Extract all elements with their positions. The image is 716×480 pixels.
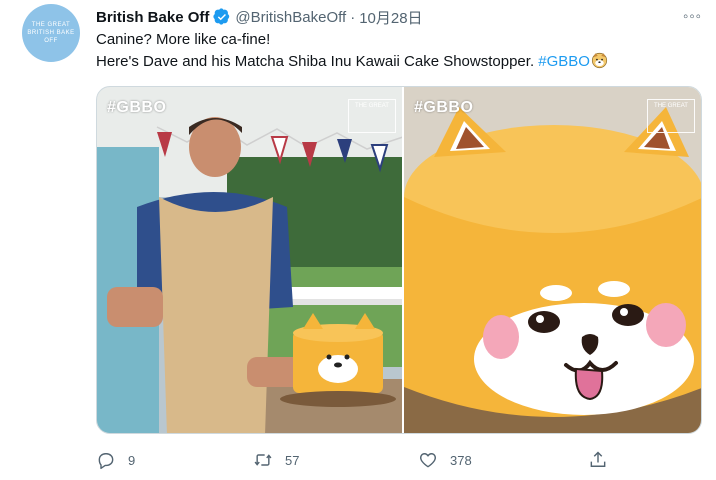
tweet-actions: 9 57 378 bbox=[96, 448, 656, 472]
photo-cake-illustration bbox=[403, 87, 701, 433]
author-handle[interactable]: @BritishBakeOff bbox=[235, 9, 346, 26]
watermark-logo-left: THE GREAT bbox=[347, 99, 396, 133]
verified-badge-icon bbox=[213, 8, 230, 25]
like-button[interactable]: 378 bbox=[418, 450, 472, 470]
photo-baker-illustration bbox=[97, 87, 402, 433]
tweet-header: British Bake Off @BritishBakeOff · 10月28… bbox=[96, 6, 706, 28]
reply-button[interactable]: 9 bbox=[96, 450, 135, 470]
author-name[interactable]: British Bake Off bbox=[96, 9, 209, 26]
heart-icon bbox=[420, 453, 436, 468]
media-hashtag-overlay-right: #GBBO bbox=[413, 99, 474, 116]
like-count: 378 bbox=[450, 452, 472, 468]
media-hashtag-overlay-left: #GBBO bbox=[107, 99, 167, 116]
retweet-button[interactable]: 57 bbox=[253, 450, 299, 470]
media-photo-baker[interactable]: #GBBO THE GREAT bbox=[97, 87, 402, 433]
share-button[interactable] bbox=[588, 450, 608, 470]
separator-dot: · bbox=[350, 8, 356, 26]
more-options-icon[interactable]: ◦◦◦ bbox=[683, 8, 702, 25]
tweet-text-line-2: Here's Dave and his Matcha Shiba Inu Kaw… bbox=[96, 51, 706, 73]
tweet-media[interactable]: #GBBO THE GREAT #GBBO THE GREAT bbox=[96, 86, 702, 434]
retweet-icon bbox=[254, 454, 272, 466]
tweet-timestamp[interactable]: 10月28日 bbox=[359, 7, 422, 28]
tweet-text-line-1: Canine? More like ca-fine! bbox=[96, 31, 271, 48]
media-photo-cake[interactable]: #GBBO THE GREAT bbox=[403, 87, 701, 433]
watermark-logo-right: THE GREAT bbox=[647, 99, 695, 133]
reply-count: 9 bbox=[128, 452, 136, 468]
tweet-text: Canine? More like ca-fine! Here's Dave a… bbox=[96, 29, 706, 73]
share-icon bbox=[590, 451, 606, 467]
reply-icon bbox=[98, 453, 114, 470]
avatar[interactable]: THE GREAT BRITISH BAKE OFF bbox=[22, 4, 80, 62]
avatar-logo-text: THE GREAT BRITISH BAKE OFF bbox=[27, 22, 75, 44]
retweet-count: 57 bbox=[285, 452, 300, 468]
dog-face-emoji-icon bbox=[591, 52, 608, 69]
tweet-text-line-2-body: Here's Dave and his Matcha Shiba Inu Kaw… bbox=[96, 53, 535, 70]
hashtag-link[interactable]: #GBBO bbox=[538, 53, 590, 70]
